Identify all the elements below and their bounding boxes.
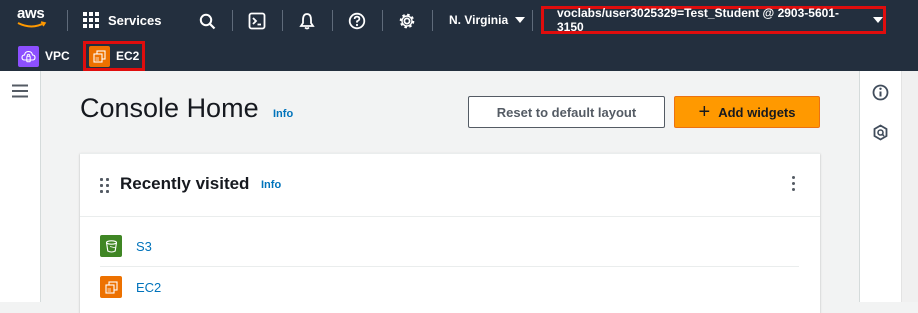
drag-handle-icon[interactable] [100,178,109,193]
amazon-q-icon[interactable] [872,124,889,141]
more-options-icon[interactable] [792,176,795,191]
left-rail [0,71,41,302]
services-menu-button[interactable]: Services [83,12,162,28]
title-info-link[interactable]: Info [273,108,293,120]
scrollbar[interactable] [901,71,918,302]
info-panel-icon[interactable] [872,84,889,101]
favorite-label: VPC [45,49,70,63]
nav-separator [532,10,533,31]
nav-separator [282,10,283,31]
help-icon[interactable] [347,11,367,31]
add-widgets-button[interactable]: + Add widgets [674,96,820,128]
widget-title: Recently visited [120,174,250,193]
recently-visited-item[interactable]: S3 [100,226,799,266]
grid-icon [83,12,99,28]
reset-layout-label: Reset to default layout [496,104,637,120]
ec2-service-icon [100,276,122,298]
account-label: voclabs/user3025329=Test_Student @ 2903-… [557,6,839,34]
recently-visited-item[interactable]: EC2 [100,267,799,307]
nav-separator [432,10,433,31]
plus-icon: + [698,101,711,123]
vpc-service-icon [18,45,39,67]
notifications-icon[interactable] [297,11,317,31]
recently-visited-widget: Recently visited Info S3 EC2 [80,153,820,313]
caret-down-icon [515,17,526,23]
favorite-vpc[interactable]: VPC [18,44,70,68]
aws-logo[interactable]: aws [17,6,51,34]
recently-visited-link[interactable]: S3 [136,239,152,254]
nav-separator [232,10,233,31]
ec2-highlight-box [83,41,145,71]
nav-separator [382,10,383,31]
search-icon[interactable] [197,11,217,31]
nav-separator [332,10,333,31]
settings-icon[interactable] [397,11,417,31]
reset-layout-button[interactable]: Reset to default layout [468,96,665,128]
page-title: Console Home [80,93,259,123]
hamburger-menu-icon[interactable] [12,84,28,98]
account-menu[interactable]: voclabs/user3025329=Test_Student @ 2903-… [541,6,886,34]
top-navigation-bar: aws Services N. Virginia voclabs/user302… [0,0,918,41]
region-label: N. Virginia [449,13,509,27]
aws-logo-text: aws [17,5,45,22]
widget-header: Recently visited Info [80,154,820,217]
s3-service-icon [100,235,122,257]
nav-separator [67,10,68,31]
widget-info-link[interactable]: Info [261,179,281,191]
right-rail [859,71,901,302]
services-label: Services [108,12,162,28]
region-selector[interactable]: N. Virginia [449,13,526,27]
add-widgets-label: Add widgets [718,104,796,120]
caret-down-icon [873,17,883,23]
aws-smile-icon [17,21,47,28]
cloudshell-icon[interactable] [247,11,267,31]
recently-visited-link[interactable]: EC2 [136,280,161,295]
